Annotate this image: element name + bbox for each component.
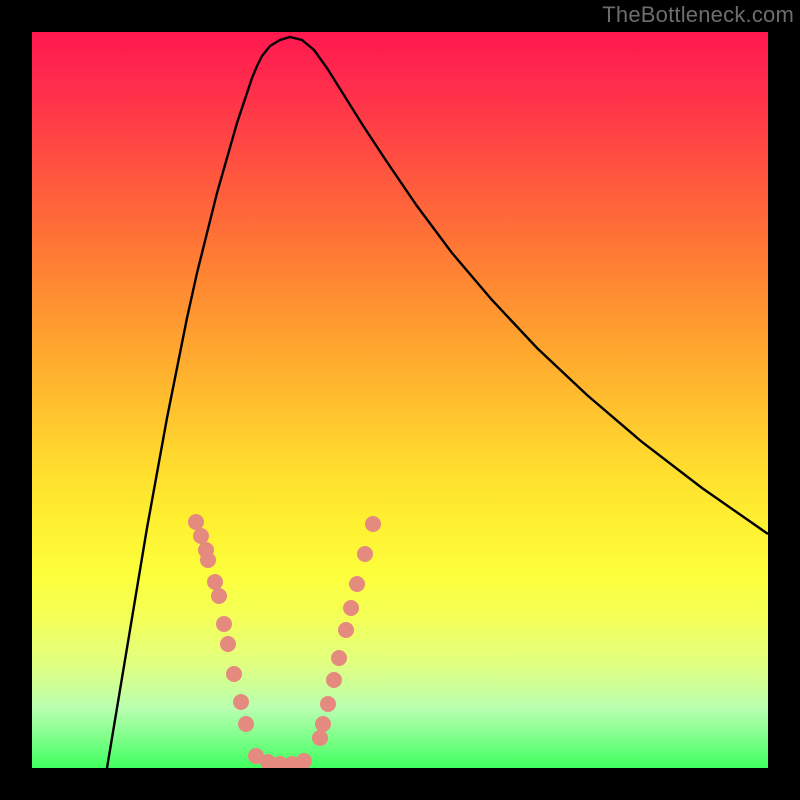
data-dot bbox=[238, 716, 254, 732]
data-dot bbox=[207, 574, 223, 590]
data-dot bbox=[320, 696, 336, 712]
watermark-text: TheBottleneck.com bbox=[602, 2, 794, 28]
data-dot bbox=[312, 730, 328, 746]
data-dot bbox=[211, 588, 227, 604]
data-dot bbox=[357, 546, 373, 562]
data-dot bbox=[233, 694, 249, 710]
data-dot bbox=[349, 576, 365, 592]
data-dots bbox=[188, 514, 381, 768]
data-dot bbox=[343, 600, 359, 616]
bottleneck-curve bbox=[107, 37, 768, 768]
chart-frame: TheBottleneck.com bbox=[0, 0, 800, 800]
data-dot bbox=[193, 528, 209, 544]
data-dot bbox=[315, 716, 331, 732]
data-dot bbox=[220, 636, 236, 652]
data-dot bbox=[338, 622, 354, 638]
data-dot bbox=[188, 514, 204, 530]
data-dot bbox=[200, 552, 216, 568]
data-dot bbox=[216, 616, 232, 632]
data-dot bbox=[365, 516, 381, 532]
chart-svg bbox=[32, 32, 768, 768]
data-dot bbox=[226, 666, 242, 682]
data-dot bbox=[331, 650, 347, 666]
data-dot bbox=[326, 672, 342, 688]
data-dot bbox=[296, 753, 312, 768]
